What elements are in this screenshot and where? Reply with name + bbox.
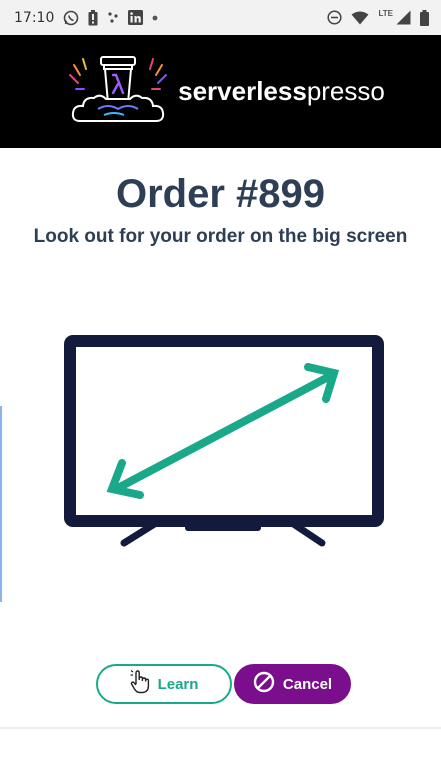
status-time: 17:10: [14, 9, 55, 26]
hand-pointer-icon: [130, 670, 150, 698]
learn-label: Learn: [157, 675, 199, 693]
brand-name-bold: serverless: [178, 76, 307, 106]
wifi-icon: [351, 9, 369, 27]
cancel-label: Cancel: [282, 675, 333, 693]
cancel-icon: [253, 671, 275, 697]
status-right: LTE: [327, 9, 429, 27]
order-title: Order #899: [115, 172, 326, 216]
big-screen-tv-icon: [60, 333, 390, 554]
learn-button[interactable]: Learn: [96, 664, 232, 704]
linkedin-icon: [128, 9, 144, 27]
brand-name-light: presso: [306, 76, 385, 106]
network-label: LTE: [378, 9, 393, 18]
whatsapp-icon: [63, 9, 79, 27]
battery-icon: [420, 9, 429, 27]
app-header: serverlesspresso: [0, 35, 441, 148]
battery-alert-icon: [88, 9, 98, 27]
dot-icon: [152, 9, 158, 27]
signal-icon: [396, 9, 411, 27]
coffee-cup-cloud-icon: [68, 53, 168, 130]
brand-logo[interactable]: serverlesspresso: [68, 53, 385, 130]
dots-icon: [107, 9, 119, 27]
bottom-divider: [0, 727, 441, 729]
status-bar: 17:10 LTE: [0, 0, 441, 35]
do-not-disturb-icon: [327, 9, 343, 27]
edge-handle: [0, 406, 2, 602]
order-subtitle: Look out for your order on the big scree…: [33, 226, 408, 247]
status-left: 17:10: [14, 9, 158, 27]
action-buttons: Learn Cancel: [96, 664, 351, 704]
brand-name: serverlesspresso: [178, 76, 385, 107]
cancel-button[interactable]: Cancel: [234, 664, 351, 704]
